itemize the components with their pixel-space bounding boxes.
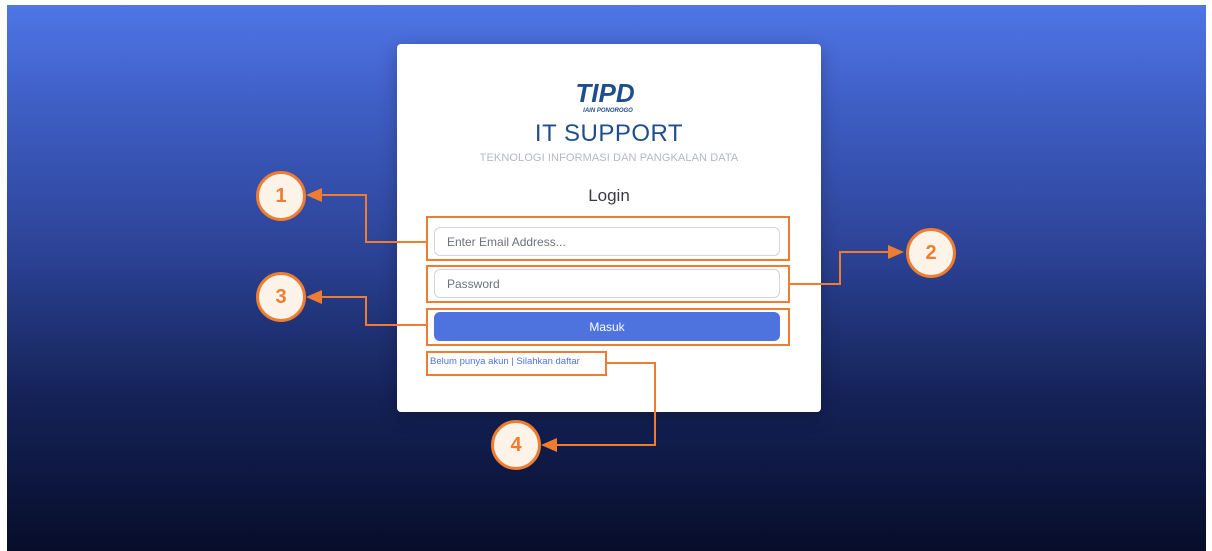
brand-tagline: TEKNOLOGI INFORMASI DAN PANGKALAN DATA [479,152,739,164]
tipd-logo: TIPD IAIN PONOROGO [575,78,634,114]
highlight-login-button [426,308,790,346]
callout-4: 4 [491,420,541,470]
callout-3: 3 [256,272,306,322]
highlight-password [426,265,790,303]
highlight-register-link [426,351,607,376]
logo-text: TIPD [575,78,634,108]
highlight-email [426,216,790,261]
callout-1: 1 [256,171,306,221]
callout-2: 2 [906,228,956,278]
login-heading: Login [588,186,630,205]
brand-title: IT SUPPORT [534,120,684,147]
logo-subtext: IAIN PONOROGO [583,108,633,114]
